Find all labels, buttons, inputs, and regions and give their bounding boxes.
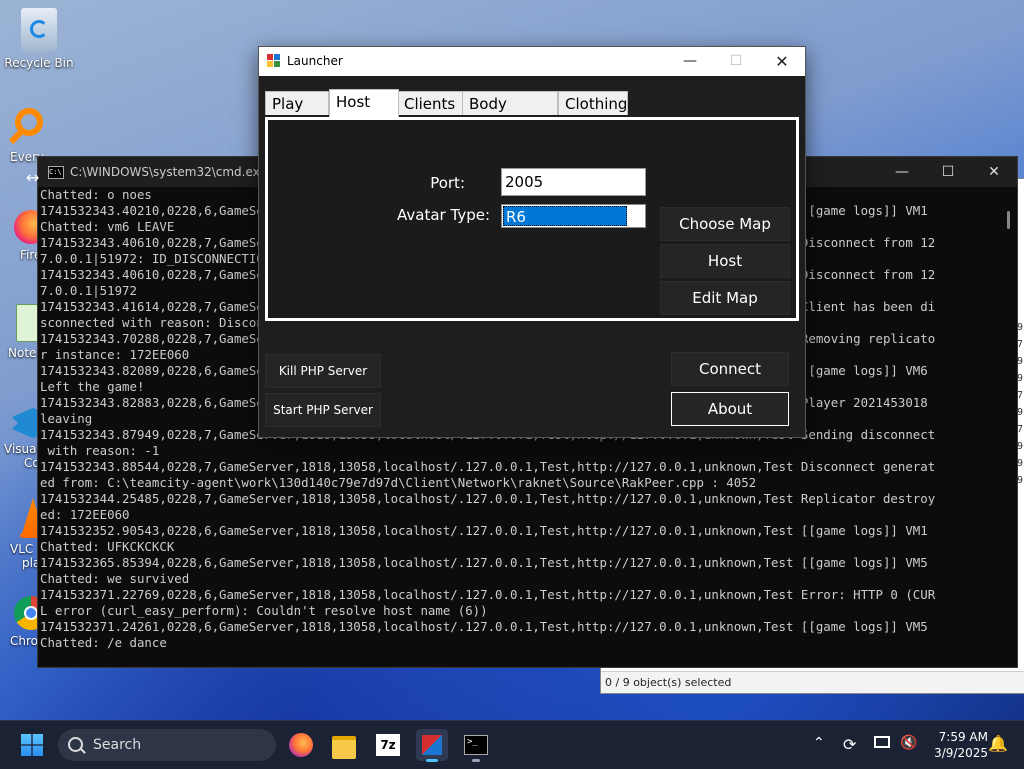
explorer-status-bar: 0 / 9 object(s) selected [601, 671, 1024, 693]
about-button[interactable]: About [671, 392, 789, 426]
launcher-maximize-button[interactable]: ☐ [713, 47, 759, 76]
kill-php-server-button[interactable]: Kill PHP Server [265, 354, 381, 388]
cmd-window-title: C:\WINDOWS\system32\cmd.exe - s [70, 165, 285, 179]
clock-time: 7:59 AM [938, 730, 988, 744]
running-indicator [472, 759, 480, 762]
start-php-server-button[interactable]: Start PHP Server [265, 393, 381, 427]
cmd-output-line: ed from: C:\teamcity-agent\work\130d140c… [40, 475, 757, 490]
windows-logo-icon [21, 734, 43, 756]
cmd-close-button[interactable]: ✕ [971, 157, 1017, 187]
launcher-close-button[interactable]: ✕ [759, 47, 805, 76]
desktop-icon-firefox[interactable]: Fire [0, 210, 48, 262]
sevenzip-icon: 7z [376, 734, 400, 756]
cmd-output-line: 1741532352.90543,0228,6,GameServer,1818,… [40, 523, 928, 538]
port-label: Port: [430, 174, 465, 192]
choose-map-button[interactable]: Choose Map [660, 207, 790, 241]
cmd-output-line: 1741532371.22769,0228,6,GameServer,1818,… [40, 587, 936, 602]
cmd-scrollbar[interactable] [1001, 187, 1017, 667]
folder-icon [332, 736, 356, 759]
cmd-window-icon: C:\ [48, 166, 64, 179]
tab-clothing[interactable]: Clothing [558, 91, 628, 115]
cmd-output-line: 1741532371.24261,0228,6,GameServer,1818,… [40, 619, 928, 634]
taskbar-clock[interactable]: 7:59 AM 3/9/2025 [918, 729, 988, 761]
cmd-scrollbar-thumb[interactable] [1007, 211, 1010, 229]
launcher-app-icon [422, 735, 442, 755]
taskbar-firefox[interactable] [285, 729, 317, 761]
active-indicator [426, 759, 438, 762]
launcher-window[interactable]: Launcher — ☐ ✕ Play Host Clients Body Co… [258, 46, 806, 438]
connect-button[interactable]: Connect [671, 352, 789, 386]
cmd-output-line: 1741532365.85394,0228,6,GameServer,1818,… [40, 555, 928, 570]
avatar-type-selected: R6 [503, 206, 627, 226]
edit-map-button[interactable]: Edit Map [660, 281, 790, 315]
clock-date: 3/9/2025 [934, 746, 988, 760]
cmd-output-line: with reason: -1 [40, 443, 160, 458]
taskbar-7zip[interactable]: 7z [372, 729, 404, 761]
magnifier-icon [5, 106, 45, 146]
search-placeholder: Search [93, 737, 142, 753]
launcher-minimize-button[interactable]: — [667, 47, 713, 76]
notification-bell-icon[interactable]: 🔔 [988, 734, 1008, 753]
taskbar-search-box[interactable]: Search [58, 729, 276, 761]
start-button[interactable] [16, 729, 48, 761]
resize-cursor-icon: ↔ [26, 168, 40, 187]
cmd-output-line: 1741532343.88544,0228,7,GameServer,1818,… [40, 459, 936, 474]
launcher-app-icon [267, 54, 281, 68]
host-button[interactable]: Host [660, 244, 790, 278]
sync-icon[interactable]: ⟳ [843, 735, 856, 754]
volume-muted-icon[interactable]: 🔇 [900, 735, 917, 751]
cmd-output-line: ed: 172EE060 [40, 507, 130, 522]
desktop-icon-recycle-bin[interactable]: Recycle Bin [0, 8, 78, 70]
cmd-output-line: Chatted: we survived [40, 571, 190, 586]
network-icon[interactable] [874, 736, 890, 748]
launcher-title: Launcher [287, 54, 343, 68]
desktop-icon-label: Recycle Bin [4, 56, 74, 70]
show-hidden-icons-chevron-icon[interactable]: ⌃ [813, 735, 825, 751]
avatar-type-label: Avatar Type: [397, 206, 490, 224]
host-tab-panel: Port: 2005 Avatar Type: R6 Choose Map Ho… [265, 117, 799, 321]
avatar-type-select[interactable]: R6 [501, 204, 646, 228]
taskbar: Search 7z >_ ⌃ ⟳ 🔇 7:59 AM 3/9/2025 🔔 [0, 720, 1024, 769]
port-input[interactable]: 2005 [501, 168, 646, 196]
cmd-maximize-button[interactable]: ☐ [925, 157, 971, 187]
cmd-output-line: L error (curl_easy_perform): Couldn't re… [40, 603, 488, 618]
tab-host[interactable]: Host [329, 89, 399, 117]
tab-play[interactable]: Play [265, 91, 329, 115]
tab-clients[interactable]: Clients [397, 91, 463, 115]
launcher-title-bar[interactable]: Launcher — ☐ ✕ [259, 47, 805, 76]
cmd-minimize-button[interactable]: — [879, 157, 925, 187]
taskbar-terminal[interactable]: >_ [460, 729, 492, 762]
firefox-icon [289, 733, 313, 757]
cmd-output-line: Chatted: UFKCKCKCK [40, 539, 175, 554]
cmd-icon: >_ [464, 735, 488, 755]
cmd-output-line: Chatted: /e dance [40, 635, 167, 650]
taskbar-file-explorer[interactable] [328, 729, 360, 761]
recycle-bin-icon [21, 8, 57, 52]
desktop-icon-label: Fire [20, 248, 42, 262]
cmd-output-line: 1741532344.25485,0228,7,GameServer,1818,… [40, 491, 936, 506]
taskbar-launcher[interactable] [416, 729, 448, 762]
tab-body-colors[interactable]: Body Colors [462, 91, 558, 137]
search-icon-handle [80, 748, 86, 754]
